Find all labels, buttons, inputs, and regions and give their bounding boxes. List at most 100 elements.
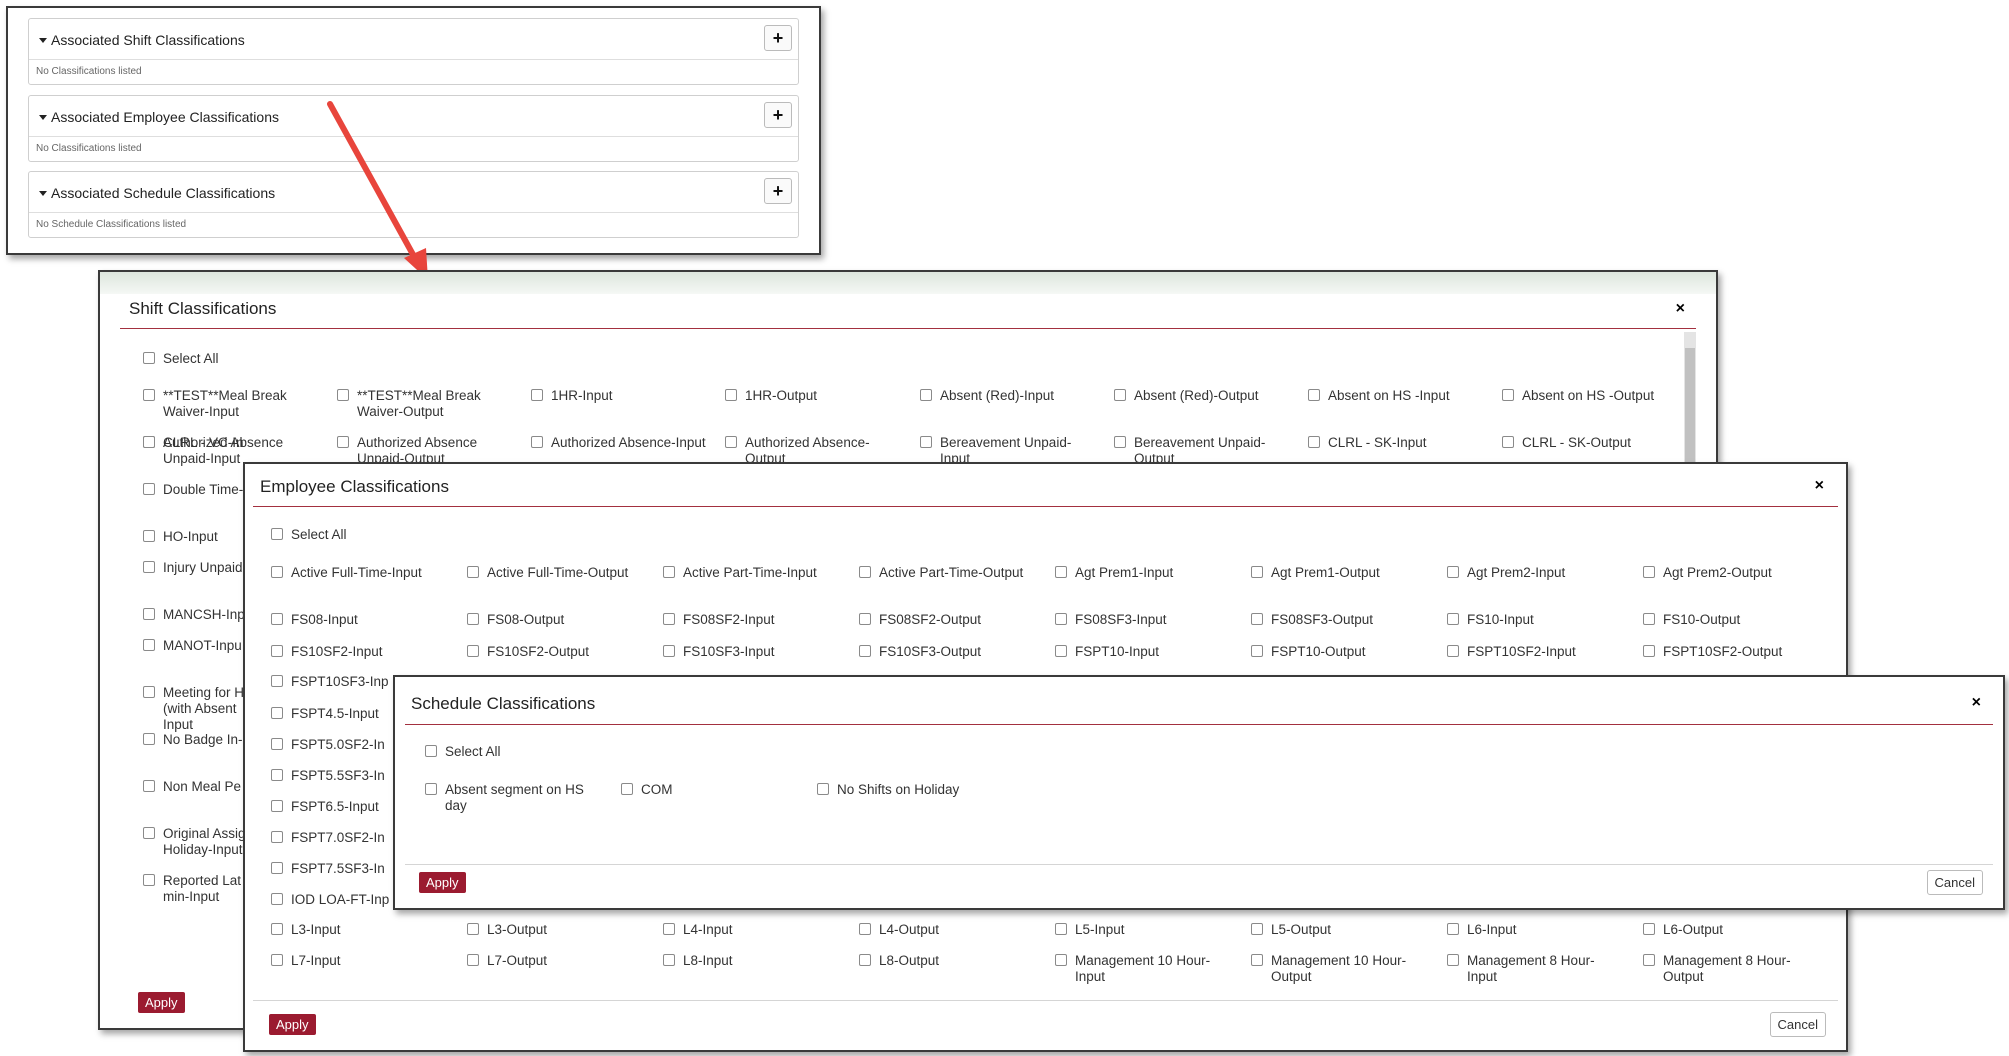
checkbox-icon[interactable] [467,923,479,935]
classification-checkbox[interactable]: FSPT10SF2-Input [1447,644,1622,660]
classification-checkbox[interactable]: L5-Input [1055,922,1230,938]
checkbox-icon[interactable] [1251,954,1263,966]
classification-checkbox[interactable]: Active Full-Time-Output [467,565,642,581]
checkbox-icon[interactable] [1643,954,1655,966]
checkbox-icon[interactable] [725,389,737,401]
checkbox-icon[interactable] [1251,923,1263,935]
checkbox-icon[interactable] [1502,389,1514,401]
classification-checkbox[interactable]: L8-Input [663,953,838,969]
classification-checkbox[interactable]: L4-Output [859,922,1034,938]
checkbox-icon[interactable] [663,923,675,935]
classification-checkbox[interactable]: L6-Input [1447,922,1622,938]
section-title[interactable]: Associated Schedule Classifications [39,185,275,201]
checkbox-icon[interactable] [663,613,675,625]
classification-checkbox[interactable]: No Badge In- [143,732,253,748]
scrollbar-thumb[interactable] [1685,348,1695,468]
add-employee-classification-button[interactable]: + [764,102,792,128]
classification-checkbox[interactable]: FSPT7.5SF3-In [271,861,391,877]
classification-checkbox[interactable]: 1HR-Output [725,388,900,404]
checkbox-icon[interactable] [859,923,871,935]
classification-checkbox[interactable]: L7-Output [467,953,642,969]
checkbox-icon[interactable] [271,954,283,966]
checkbox-icon[interactable] [1114,436,1126,448]
classification-checkbox[interactable]: FSPT5.5SF3-In [271,768,391,784]
checkbox-icon[interactable] [271,707,283,719]
classification-checkbox[interactable]: Absent (Red)-Output [1114,388,1289,404]
checkbox-icon[interactable] [271,675,283,687]
checkbox-icon[interactable] [271,893,283,905]
classification-checkbox[interactable]: COM [621,782,796,798]
classification-checkbox[interactable]: L3-Output [467,922,642,938]
classification-checkbox[interactable]: L8-Output [859,953,1034,969]
classification-checkbox[interactable]: FSPT10-Output [1251,644,1426,660]
checkbox-icon[interactable] [143,530,155,542]
checkbox-icon[interactable] [1055,613,1067,625]
classification-checkbox[interactable]: FS08SF2-Input [663,612,838,628]
checkbox-icon[interactable] [1251,566,1263,578]
checkbox-icon[interactable] [337,436,349,448]
classification-checkbox[interactable]: Authorized Absence-Input [531,435,706,451]
classification-checkbox[interactable]: Reported Lat min-Input [143,873,253,905]
checkbox-icon[interactable] [271,831,283,843]
checkbox-icon[interactable] [143,686,155,698]
checkbox-icon[interactable] [663,645,675,657]
section-header[interactable]: Associated Shift Classifications + [29,19,798,60]
classification-checkbox[interactable]: Management 10 Hour-Input [1055,953,1230,985]
checkbox-icon[interactable] [1643,645,1655,657]
checkbox-icon[interactable] [1055,566,1067,578]
select-all-checkbox[interactable]: Select All [143,351,263,367]
classification-checkbox[interactable]: FSPT10SF2-Output [1643,644,1818,660]
checkbox-icon[interactable] [1447,954,1459,966]
classification-checkbox[interactable]: FSPT10-Input [1055,644,1230,660]
classification-checkbox[interactable]: Absent on HS -Input [1308,388,1483,404]
checkbox-icon[interactable] [271,566,283,578]
checkbox-icon[interactable] [271,613,283,625]
classification-checkbox[interactable]: Active Full-Time-Input [271,565,446,581]
classification-checkbox[interactable]: IOD LOA-FT-Inp [271,892,391,908]
classification-checkbox[interactable]: CLRL - SK-Output [1502,435,1677,451]
checkbox-icon[interactable] [1643,923,1655,935]
checkbox-icon[interactable] [1055,923,1067,935]
classification-checkbox[interactable]: CLRL - VC-In [143,435,253,451]
apply-button[interactable]: Apply [269,1014,316,1035]
checkbox-icon[interactable] [467,613,479,625]
classification-checkbox[interactable]: CLRL - SK-Input [1308,435,1483,451]
checkbox-icon[interactable] [271,862,283,874]
checkbox-icon[interactable] [143,733,155,745]
checkbox-icon[interactable] [663,954,675,966]
select-all-checkbox[interactable]: Select All [425,744,545,760]
checkbox-icon[interactable] [143,874,155,886]
checkbox-icon[interactable] [1447,923,1459,935]
checkbox-icon[interactable] [920,436,932,448]
checkbox-icon[interactable] [1643,613,1655,625]
classification-checkbox[interactable]: Absent segment on HS day [425,782,600,814]
checkbox-icon[interactable] [271,645,283,657]
checkbox-icon[interactable] [143,827,155,839]
classification-checkbox[interactable]: HO-Input [143,529,253,545]
checkbox-icon[interactable] [1447,566,1459,578]
apply-button[interactable]: Apply [138,992,185,1013]
classification-checkbox[interactable]: FS08SF3-Output [1251,612,1426,628]
classification-checkbox[interactable]: Agt Prem2-Output [1643,565,1818,581]
checkbox-icon[interactable] [1447,645,1459,657]
classification-checkbox[interactable]: FS10SF3-Input [663,644,838,660]
checkbox-icon[interactable] [859,613,871,625]
classification-checkbox[interactable]: Agt Prem1-Output [1251,565,1426,581]
checkbox-icon[interactable] [1447,613,1459,625]
classification-checkbox[interactable]: Absent on HS -Output [1502,388,1677,404]
checkbox-icon[interactable] [143,639,155,651]
checkbox-icon[interactable] [143,389,155,401]
checkbox-icon[interactable] [1114,389,1126,401]
checkbox-icon[interactable] [531,389,543,401]
classification-checkbox[interactable]: FS08SF3-Input [1055,612,1230,628]
select-all-checkbox[interactable]: Select All [271,527,391,543]
section-header[interactable]: Associated Employee Classifications + [29,96,798,137]
classification-checkbox[interactable]: MANCSH-Inp [143,607,253,623]
classification-checkbox[interactable]: Management 10 Hour-Output [1251,953,1426,985]
checkbox-icon[interactable] [920,389,932,401]
checkbox-icon[interactable] [467,566,479,578]
classification-checkbox[interactable]: FS10-Input [1447,612,1622,628]
classification-checkbox[interactable]: FS10SF2-Output [467,644,642,660]
classification-checkbox[interactable]: Management 8 Hour-Output [1643,953,1818,985]
checkbox-icon[interactable] [1308,436,1320,448]
